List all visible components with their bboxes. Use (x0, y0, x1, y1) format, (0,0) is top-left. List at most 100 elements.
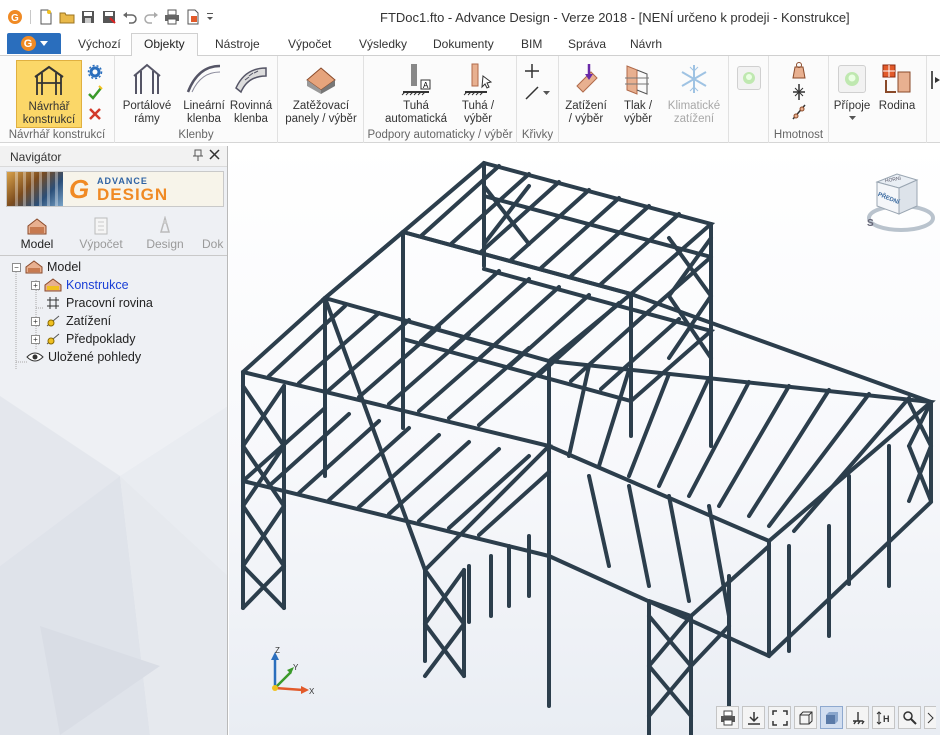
tree-item-konstrukce[interactable]: + Konstrukce (31, 276, 129, 294)
tab-navrh[interactable]: Návrh (630, 35, 662, 55)
zoom-window-icon[interactable] (898, 706, 921, 729)
nav-tab-vypocet[interactable]: Výpočet (72, 212, 130, 256)
pin-icon[interactable] (191, 149, 205, 163)
load-icon (44, 313, 62, 329)
wireframe-view-icon[interactable] (794, 706, 817, 729)
tab-sprava[interactable]: Správa (568, 35, 606, 55)
nav-tab-vypocet-label: Výpočet (79, 237, 123, 251)
loads-select-button[interactable]: Zatížení / výběr (563, 60, 609, 126)
tree-item-saved-views-label: Uložené pohledy (48, 350, 142, 364)
new-file-icon[interactable] (37, 8, 55, 26)
mass-node-icon[interactable] (789, 82, 809, 102)
tab-vysledky[interactable]: Výsledky (359, 35, 407, 55)
family-button[interactable]: Rodina (877, 60, 917, 113)
connections-button[interactable]: Přípoje (833, 60, 871, 121)
nav-tab-model[interactable]: Model (8, 212, 66, 256)
linear-vault-icon (186, 60, 222, 98)
rigid-automatic-button[interactable]: A Tuhá automatická (378, 60, 454, 126)
app-window: G FTDoc1.fto - Advance Design - Verze 20… (0, 0, 940, 735)
tab-objekty[interactable]: Objekty (131, 33, 198, 56)
chevron-down-icon (39, 40, 48, 46)
rigid-automatic-label: Tuhá automatická (384, 100, 447, 125)
load-panels-button[interactable]: Zatěžovací panely / výběr (282, 60, 360, 126)
expand-toggle[interactable]: + (31, 334, 40, 344)
tab-dokumenty[interactable]: Dokumenty (433, 35, 494, 55)
open-folder-icon[interactable] (58, 8, 76, 26)
view-cube[interactable]: HORNÍ PŘEDNÍ S (863, 170, 935, 236)
navigator-header: Navigátor (0, 146, 227, 167)
ribbon-more-icon[interactable] (929, 70, 940, 90)
zoom-extents-icon[interactable] (768, 706, 791, 729)
tab-vypocet[interactable]: Výpočet (288, 35, 331, 55)
window-title: FTDoc1.fto - Advance Design - Verze 2018… (380, 10, 850, 25)
tab-vychozi[interactable]: Výchozí (78, 35, 121, 55)
print-view-icon[interactable] (716, 706, 739, 729)
tab-nastroje[interactable]: Nástroje (215, 35, 260, 55)
application-menu-button[interactable]: G (7, 33, 61, 54)
app-menu-logo-icon: G (20, 36, 36, 51)
family-label: Rodina (878, 100, 916, 112)
grid-icon (44, 295, 62, 311)
download-icon[interactable] (742, 706, 765, 729)
tree-item-model[interactable]: − Model (12, 258, 81, 276)
group-loads: Zatížení / výběr Tlak / výběr Klimatické… (559, 56, 729, 143)
check-icon[interactable] (85, 83, 105, 103)
collapse-toggle[interactable]: − (12, 262, 21, 272)
navigator-tree: − Model + Konstrukce Pracovní rovina + Z… (0, 258, 227, 378)
tree-item-working-plane-label: Pracovní rovina (66, 296, 153, 310)
structure-designer-button[interactable]: Návrhář konstrukcí (16, 60, 82, 128)
tree-item-predpoklady[interactable]: + Předpoklady (31, 330, 136, 348)
model-viewport[interactable]: HORNÍ PŘEDNÍ S Z Y X H (229, 146, 940, 735)
expand-toggle[interactable]: + (31, 316, 40, 326)
tab-bim[interactable]: BIM (521, 35, 542, 55)
climatic-load-button[interactable]: Klimatické zatížení (665, 60, 723, 126)
mass-line-icon[interactable] (789, 102, 809, 122)
pressure-select-button[interactable]: Tlak / výběr (615, 60, 661, 126)
load-panel-icon (303, 60, 339, 98)
delete-cross-icon[interactable] (85, 104, 105, 124)
point-cross-icon[interactable] (522, 61, 542, 81)
mass-weight-icon[interactable] (789, 60, 809, 80)
model-folder-icon (25, 259, 43, 275)
solid-view-icon[interactable] (820, 706, 843, 729)
tree-item-working-plane[interactable]: Pracovní rovina (44, 294, 153, 312)
redo-icon[interactable] (142, 8, 160, 26)
app-logo-icon: G (6, 8, 24, 26)
print-icon[interactable] (163, 8, 181, 26)
save-icon[interactable] (79, 8, 97, 26)
svg-text:G: G (11, 13, 19, 24)
undo-icon[interactable] (121, 8, 139, 26)
support-symbol-icon[interactable] (846, 706, 869, 729)
structure-designer-label: Návrhář konstrukcí (22, 101, 76, 126)
expand-toggle[interactable]: + (31, 280, 40, 290)
curves-dropdown-chevron-icon[interactable] (541, 83, 551, 103)
tree-item-saved-views[interactable]: Uložené pohledy (26, 348, 141, 366)
linear-vault-label: Lineární klenba (183, 100, 225, 125)
rigid-support-select-icon (460, 60, 496, 98)
design-icon (153, 215, 177, 237)
steel-frame-structure[interactable] (229, 146, 940, 735)
nav-tab-design[interactable]: Design (136, 212, 194, 256)
export-document-icon[interactable] (184, 8, 202, 26)
customize-toolbar-chevron-icon[interactable] (205, 8, 215, 26)
nav-tab-dok[interactable]: Dok (196, 212, 227, 256)
navigator-tabs: Model Výpočet Design Dok (0, 212, 227, 256)
tree-item-zatizeni[interactable]: + Zatížení (31, 312, 111, 330)
portal-frames-button[interactable]: Portálové rámy (119, 60, 175, 126)
planar-vault-button[interactable]: Rovinná klenba (227, 60, 275, 126)
climatic-load-label: Klimatické zatížení (667, 100, 721, 125)
dimension-h-icon[interactable]: H (872, 706, 895, 729)
tree-item-predpoklady-label: Předpoklady (66, 332, 136, 346)
axis-z-label: Z (275, 646, 280, 655)
linear-vault-button[interactable]: Lineární klenba (181, 60, 227, 126)
save-as-icon[interactable] (100, 8, 118, 26)
close-icon[interactable] (207, 148, 221, 162)
status-light-icon[interactable] (737, 66, 761, 90)
document-icon (198, 215, 222, 237)
quick-access-toolbar: G (6, 7, 215, 27)
gear-icon[interactable] (85, 62, 105, 82)
group-label-mass: Hmotnost (773, 129, 824, 141)
toolbar-overflow-icon[interactable] (924, 706, 936, 729)
line-icon[interactable] (522, 83, 542, 103)
rigid-select-button[interactable]: Tuhá / výběr (456, 60, 500, 126)
